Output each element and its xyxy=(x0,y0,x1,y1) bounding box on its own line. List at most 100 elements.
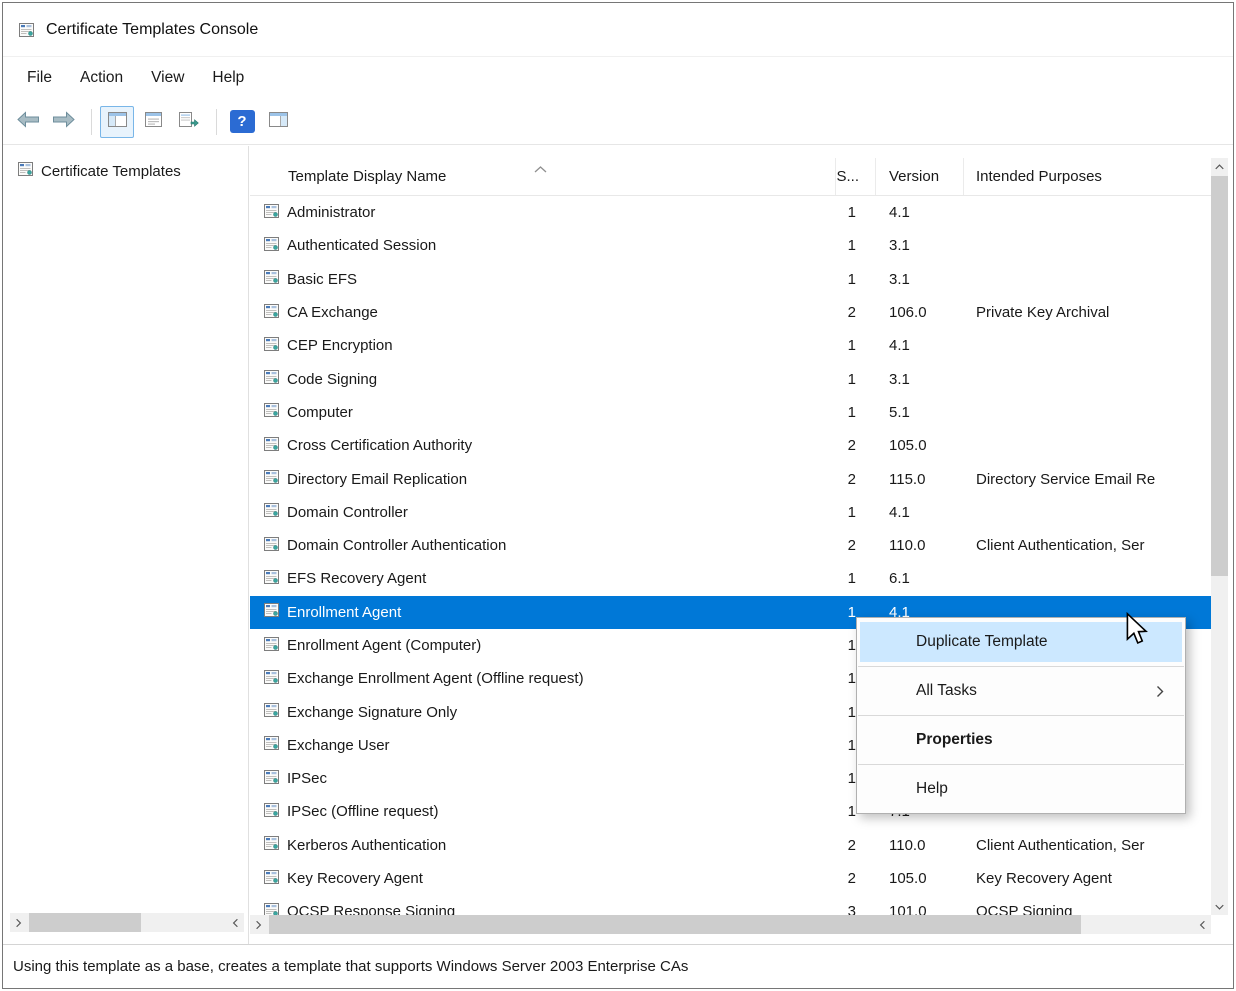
version-cell: 105.0 xyxy=(876,862,964,895)
status-text: Using this template as a base, creates a… xyxy=(13,958,688,975)
help-button[interactable]: ? xyxy=(225,106,259,138)
table-row[interactable]: Administrator 1 4.1 xyxy=(250,196,1211,229)
version-cell: 4.1 xyxy=(876,196,964,229)
scroll-left-icon[interactable] xyxy=(250,915,267,934)
scroll-down-icon[interactable] xyxy=(1211,898,1228,915)
certificate-template-icon xyxy=(264,470,279,488)
schema-version-cell: 1 xyxy=(836,229,876,262)
mouse-cursor-icon xyxy=(1124,612,1148,650)
console-tree-pane: Certificate Templates xyxy=(8,148,247,942)
certificate-template-icon xyxy=(264,337,279,355)
tree-item-label: Certificate Templates xyxy=(41,163,181,180)
title-bar: Certificate Templates Console xyxy=(3,3,1233,57)
intended-purposes-cell: OCSP Signing xyxy=(964,895,1211,915)
table-row[interactable]: Key Recovery Agent 2 105.0 Key Recovery … xyxy=(250,862,1211,895)
menubar: FileActionViewHelp xyxy=(3,57,1233,99)
column-header-intended-purposes[interactable]: Intended Purposes xyxy=(964,158,1211,195)
scroll-up-icon[interactable] xyxy=(1211,158,1228,175)
table-row[interactable]: EFS Recovery Agent 1 6.1 xyxy=(250,562,1211,595)
forward-button[interactable] xyxy=(47,106,81,138)
intended-purposes-cell xyxy=(964,562,1211,595)
scroll-left-icon[interactable] xyxy=(10,913,27,932)
scroll-right-icon[interactable] xyxy=(1194,915,1211,934)
schema-version-cell: 1 xyxy=(836,196,876,229)
certificate-template-icon xyxy=(264,403,279,421)
list-vertical-scrollbar[interactable] xyxy=(1211,158,1228,915)
certificate-template-icon xyxy=(264,770,279,788)
template-name-cell: Kerberos Authentication xyxy=(250,829,836,862)
tree-item-certificate-templates[interactable]: Certificate Templates xyxy=(8,162,247,180)
template-name: Domain Controller Authentication xyxy=(287,537,506,554)
certificate-template-icon xyxy=(264,570,279,588)
toolbar-separator xyxy=(91,109,92,135)
template-name-cell: Key Recovery Agent xyxy=(250,862,836,895)
list-horizontal-scrollbar[interactable] xyxy=(250,915,1211,934)
version-cell: 5.1 xyxy=(876,396,964,429)
template-name: OCSP Response Signing xyxy=(287,903,455,915)
scroll-right-icon[interactable] xyxy=(227,913,244,932)
tree-horizontal-scrollbar[interactable] xyxy=(10,913,244,932)
menubar-item-file[interactable]: File xyxy=(13,57,66,99)
context-menu-separator xyxy=(858,764,1184,765)
version-cell: 110.0 xyxy=(876,829,964,862)
table-row[interactable]: Domain Controller 1 4.1 xyxy=(250,496,1211,529)
pane-splitter[interactable] xyxy=(248,146,249,944)
template-name: CEP Encryption xyxy=(287,337,393,354)
template-name: EFS Recovery Agent xyxy=(287,570,426,587)
template-name: Cross Certification Authority xyxy=(287,437,472,454)
certificate-template-icon xyxy=(18,162,33,180)
certificate-templates-console-window: Certificate Templates Console FileAction… xyxy=(0,0,1236,991)
table-row[interactable]: OCSP Response Signing 3 101.0 OCSP Signi… xyxy=(250,895,1211,915)
arrow-left-icon xyxy=(16,111,40,132)
scrollbar-thumb[interactable] xyxy=(269,915,1081,934)
table-row[interactable]: CA Exchange 2 106.0 Private Key Archival xyxy=(250,296,1211,329)
intended-purposes-cell: Key Recovery Agent xyxy=(964,862,1211,895)
template-name-cell: Exchange User xyxy=(250,729,836,762)
menubar-item-action[interactable]: Action xyxy=(66,57,137,99)
export-list-button[interactable] xyxy=(172,106,206,138)
table-row[interactable]: CEP Encryption 1 4.1 xyxy=(250,329,1211,362)
intended-purposes-cell xyxy=(964,329,1211,362)
context-menu-item-all-tasks[interactable]: All Tasks xyxy=(860,671,1182,711)
template-name-cell: Code Signing xyxy=(250,362,836,395)
table-row[interactable]: Cross Certification Authority 2 105.0 xyxy=(250,429,1211,462)
properties-window-button[interactable] xyxy=(136,106,170,138)
show-console-tree-button[interactable] xyxy=(100,106,134,138)
template-name-cell: Domain Controller xyxy=(250,496,836,529)
table-row[interactable]: Kerberos Authentication 2 110.0 Client A… xyxy=(250,829,1211,862)
properties-window-icon xyxy=(145,112,162,131)
scrollbar-thumb[interactable] xyxy=(29,913,141,932)
template-name-cell: CA Exchange xyxy=(250,296,836,329)
certificate-template-icon xyxy=(264,903,279,915)
column-header-version[interactable]: Version xyxy=(876,158,964,195)
certificate-template-icon xyxy=(264,304,279,322)
certificate-template-icon xyxy=(264,603,279,621)
window-frame: Certificate Templates Console FileAction… xyxy=(2,2,1234,989)
context-menu-item-label: All Tasks xyxy=(916,682,977,700)
table-row[interactable]: Basic EFS 1 3.1 xyxy=(250,263,1211,296)
template-name-cell: Enrollment Agent xyxy=(250,596,836,629)
table-row[interactable]: Computer 1 5.1 xyxy=(250,396,1211,429)
template-name-cell: Domain Controller Authentication xyxy=(250,529,836,562)
menubar-item-help[interactable]: Help xyxy=(198,57,258,99)
schema-version-cell: 1 xyxy=(836,329,876,362)
template-name-cell: Exchange Signature Only xyxy=(250,695,836,728)
show-action-pane-button[interactable] xyxy=(261,106,295,138)
scrollbar-thumb[interactable] xyxy=(1211,176,1228,576)
table-row[interactable]: Directory Email Replication 2 115.0 Dire… xyxy=(250,462,1211,495)
column-header-schema-version[interactable]: S... xyxy=(836,158,876,195)
intended-purposes-cell xyxy=(964,429,1211,462)
template-name: Enrollment Agent xyxy=(287,604,401,621)
table-row[interactable]: Authenticated Session 1 3.1 xyxy=(250,229,1211,262)
template-name-cell: Authenticated Session xyxy=(250,229,836,262)
template-name: Key Recovery Agent xyxy=(287,870,423,887)
toolbar-separator xyxy=(216,109,217,135)
template-name-cell: Enrollment Agent (Computer) xyxy=(250,629,836,662)
back-button[interactable] xyxy=(11,106,45,138)
table-row[interactable]: Code Signing 1 3.1 xyxy=(250,362,1211,395)
menubar-item-view[interactable]: View xyxy=(137,57,198,99)
table-row[interactable]: Domain Controller Authentication 2 110.0… xyxy=(250,529,1211,562)
certificate-template-icon xyxy=(264,204,279,222)
context-menu-item-properties[interactable]: Properties xyxy=(860,720,1182,760)
context-menu-item-help[interactable]: Help xyxy=(860,769,1182,809)
